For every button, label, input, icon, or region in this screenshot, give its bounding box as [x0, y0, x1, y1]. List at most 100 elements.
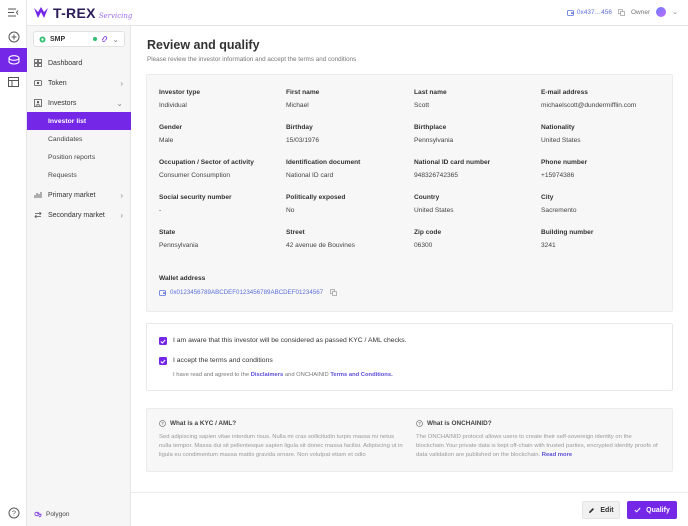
help-icon[interactable]: ?	[6, 505, 21, 520]
field-gender: Gender Male	[159, 124, 284, 144]
sidebar-item-dashboard[interactable]: Dashboard	[27, 54, 131, 72]
token-selector[interactable]: SMP ⌄	[33, 31, 125, 47]
icon-rail: ?	[0, 0, 27, 526]
faq-answer-text: The ONCHAINID protocol allows users to c…	[416, 434, 658, 458]
qualify-button-label: Qualify	[646, 506, 670, 514]
field-value: No	[286, 207, 295, 214]
faq-answer: Sed adipiscing sapien vitae interdum ris…	[159, 434, 403, 458]
field-value: 15/03/1976	[286, 137, 320, 144]
tokens-icon[interactable]	[0, 48, 27, 72]
sidebar-item-primary-market[interactable]: Primary market ›	[27, 186, 131, 204]
pencil-icon	[589, 507, 595, 513]
field-label: E-mail address	[541, 89, 588, 96]
sidebar-item-token[interactable]: Token ›	[27, 74, 131, 92]
action-footer: Edit Qualify	[131, 492, 688, 526]
exchange-icon	[34, 211, 42, 219]
edit-button-label: Edit	[600, 506, 614, 514]
page-subtitle: Please review the investor information a…	[147, 56, 357, 63]
faq-card: ? What is a KYC / AML? Sed adipiscing sa…	[146, 408, 673, 472]
field-label: Investor type	[159, 89, 201, 96]
field-label: Nationality	[541, 124, 575, 131]
agree-mid: and ONCHAINID	[284, 372, 329, 378]
field-value: michaelscott@dundermifflin.com	[541, 102, 637, 109]
chevron-down-icon: ⌄	[112, 34, 119, 44]
kyc-checkbox-label: I am aware that this investor will be co…	[173, 337, 407, 344]
read-more-link[interactable]: Read more	[542, 452, 572, 458]
wallet-address-link[interactable]: 0x0123456789ABCDEF0123456789ABCDEF012345…	[159, 289, 337, 296]
wallet-address-value: 0x0123456789ABCDEF0123456789ABCDEF012345…	[170, 289, 324, 296]
sidebar-subitem-label: Investor list	[48, 117, 87, 125]
sidebar-item-secondary-market[interactable]: Secondary market ›	[27, 206, 131, 224]
chevron-down-icon: ⌄	[116, 98, 123, 108]
sidebar-subitem-investor-list[interactable]: Investor list	[27, 112, 131, 130]
sidebar-item-label: Primary market	[48, 191, 96, 199]
field-label: Gender	[159, 124, 183, 131]
page-title: Review and qualify	[147, 38, 260, 52]
faq-question: What is ONCHAINID?	[427, 420, 492, 427]
field-id-number: National ID card number 948326742365	[414, 159, 539, 179]
faq-question: What is a KYC / AML?	[170, 420, 237, 427]
field-state: State Pennsylvania	[159, 229, 284, 249]
field-city: City Sacremento	[541, 194, 666, 214]
agree-prefix: I have read and agreed to the	[173, 372, 250, 378]
checkmark-icon	[160, 359, 166, 364]
grid-app-icon[interactable]	[6, 74, 21, 89]
kyc-checkbox[interactable]	[159, 337, 167, 345]
terms-checkbox[interactable]	[159, 357, 167, 365]
sidebar-subitem-label: Candidates	[48, 135, 83, 143]
field-value: 3241	[541, 242, 556, 249]
brand-name: T-REX	[53, 5, 96, 21]
app-logo[interactable]: T-REX Servicing	[33, 5, 132, 21]
network-indicator[interactable]: Polygon	[34, 511, 70, 518]
field-label: Building number	[541, 229, 594, 236]
investor-info-card: Investor type Individual First name Michae…	[146, 74, 673, 312]
wallet-address-text: 0x437…456	[576, 8, 612, 16]
field-email: E-mail address michaelscott@dundermifflin…	[541, 89, 671, 109]
field-value: National ID card	[286, 172, 334, 179]
token-logo-icon	[39, 36, 46, 42]
field-birthday: Birthday 15/03/1976	[286, 124, 411, 144]
field-nationality: Nationality United States	[541, 124, 666, 144]
field-id-document: Identification document National ID card	[286, 159, 411, 179]
field-label: Birthday	[286, 124, 313, 131]
field-building-number: Building number 3241	[541, 229, 666, 249]
account-area: 0x437…456 Owner ⌄	[567, 7, 678, 17]
field-value: 42 avenue de Bouvines	[286, 242, 355, 249]
field-label: City	[541, 194, 554, 201]
field-label: Last name	[414, 89, 447, 96]
copy-icon[interactable]	[618, 8, 625, 16]
field-value: Individual	[159, 102, 187, 109]
qualify-button[interactable]: Qualify	[627, 501, 677, 519]
field-label: First name	[286, 89, 320, 96]
chevron-down-icon[interactable]: ⌄	[672, 8, 678, 16]
sidebar-subitem-requests[interactable]: Requests	[27, 166, 131, 184]
field-label: Social security number	[159, 194, 232, 201]
token-selector-name: SMP	[50, 35, 66, 43]
wallet-address-label: Wallet address	[159, 275, 206, 282]
field-label: Phone number	[541, 159, 588, 166]
terms-link[interactable]: Terms and Conditions.	[330, 372, 392, 378]
field-label: Country	[414, 194, 440, 201]
avatar[interactable]	[656, 7, 667, 17]
status-dot-icon	[93, 37, 98, 41]
network-name: Polygon	[46, 511, 70, 518]
edit-button[interactable]: Edit	[582, 501, 620, 519]
field-first-name: First name Michael	[286, 89, 411, 109]
sidebar-subitem-position-reports[interactable]: Position reports	[27, 148, 131, 166]
chevron-right-icon: ›	[120, 78, 123, 88]
help-icon: ?	[159, 420, 166, 427]
copy-icon[interactable]	[330, 289, 337, 296]
sidebar-subitem-candidates[interactable]: Candidates	[27, 130, 131, 148]
menu-collapse-icon[interactable]	[6, 5, 21, 20]
add-circle-icon[interactable]	[6, 29, 21, 44]
field-label: Birthplace	[414, 124, 447, 131]
dashboard-icon	[34, 59, 42, 67]
sidebar-item-investors[interactable]: Investors ⌄	[27, 94, 131, 112]
field-zip-code: Zip code 06300	[414, 229, 539, 249]
wallet-address-chip[interactable]: 0x437…456	[567, 9, 612, 16]
faq-onchainid: ? What is ONCHAINID? The ONCHAINID proto…	[416, 420, 663, 460]
field-value: United States	[541, 137, 581, 144]
sidebar-item-label: Secondary market	[48, 211, 105, 219]
disclaimers-link[interactable]: Disclaimers	[251, 372, 284, 378]
field-value: Male	[159, 137, 174, 144]
